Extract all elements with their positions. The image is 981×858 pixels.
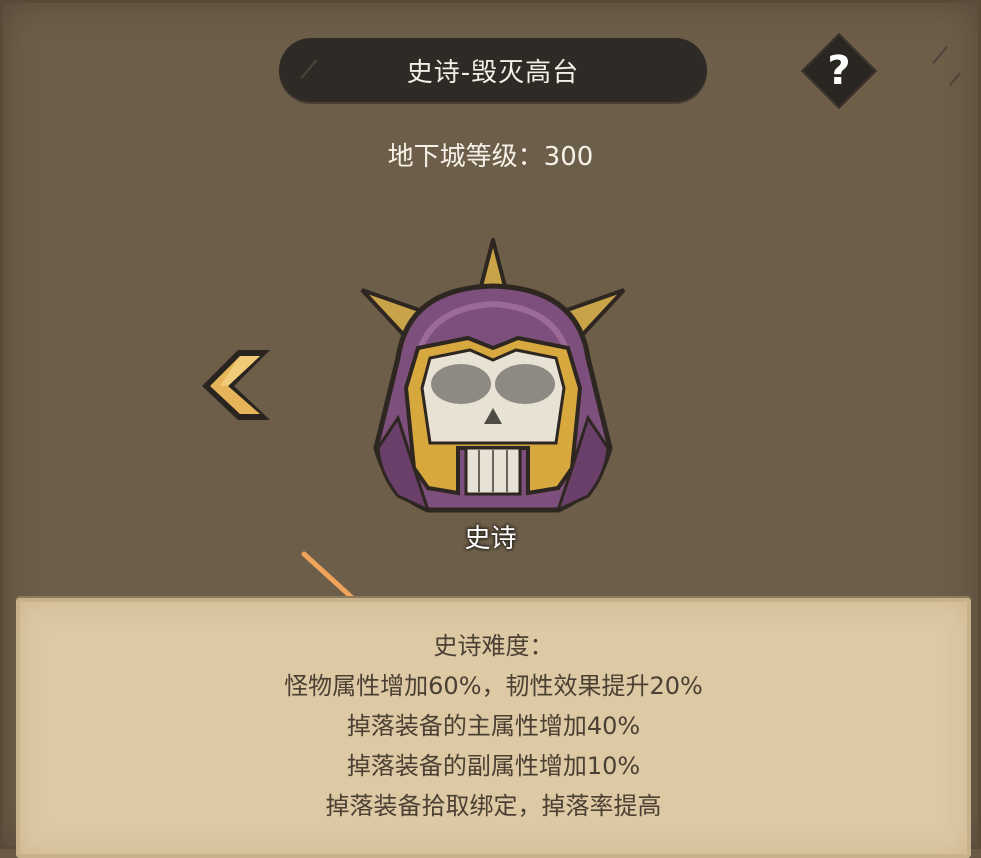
scratch-mark xyxy=(300,59,318,79)
armored-skull-icon[interactable] xyxy=(358,238,628,538)
chevron-left-icon[interactable] xyxy=(196,346,276,426)
description-line: 掉落装备拾取绑定，掉落率提高 xyxy=(325,792,662,820)
title-banner: 史诗-毁灭高台 xyxy=(279,38,961,102)
dungeon-level: 地下城等级：300 xyxy=(387,142,594,172)
description-line: 掉落装备的主属性增加40% xyxy=(346,712,641,740)
help-button[interactable]: ? xyxy=(800,32,878,110)
question-mark-icon: ? xyxy=(827,48,851,94)
description-heading: 史诗难度： xyxy=(433,632,554,660)
dungeon-title: 史诗-毁灭高台 xyxy=(406,57,580,88)
description-line: 怪物属性增加60%，韧性效果提升20% xyxy=(284,672,703,700)
difficulty-label: 史诗 xyxy=(464,524,517,554)
difficulty-description-panel: 史诗难度： 怪物属性增加60%，韧性效果提升20% 掉落装备的主属性增加40% … xyxy=(16,598,971,858)
description-line: 掉落装备的副属性增加10% xyxy=(346,752,641,780)
